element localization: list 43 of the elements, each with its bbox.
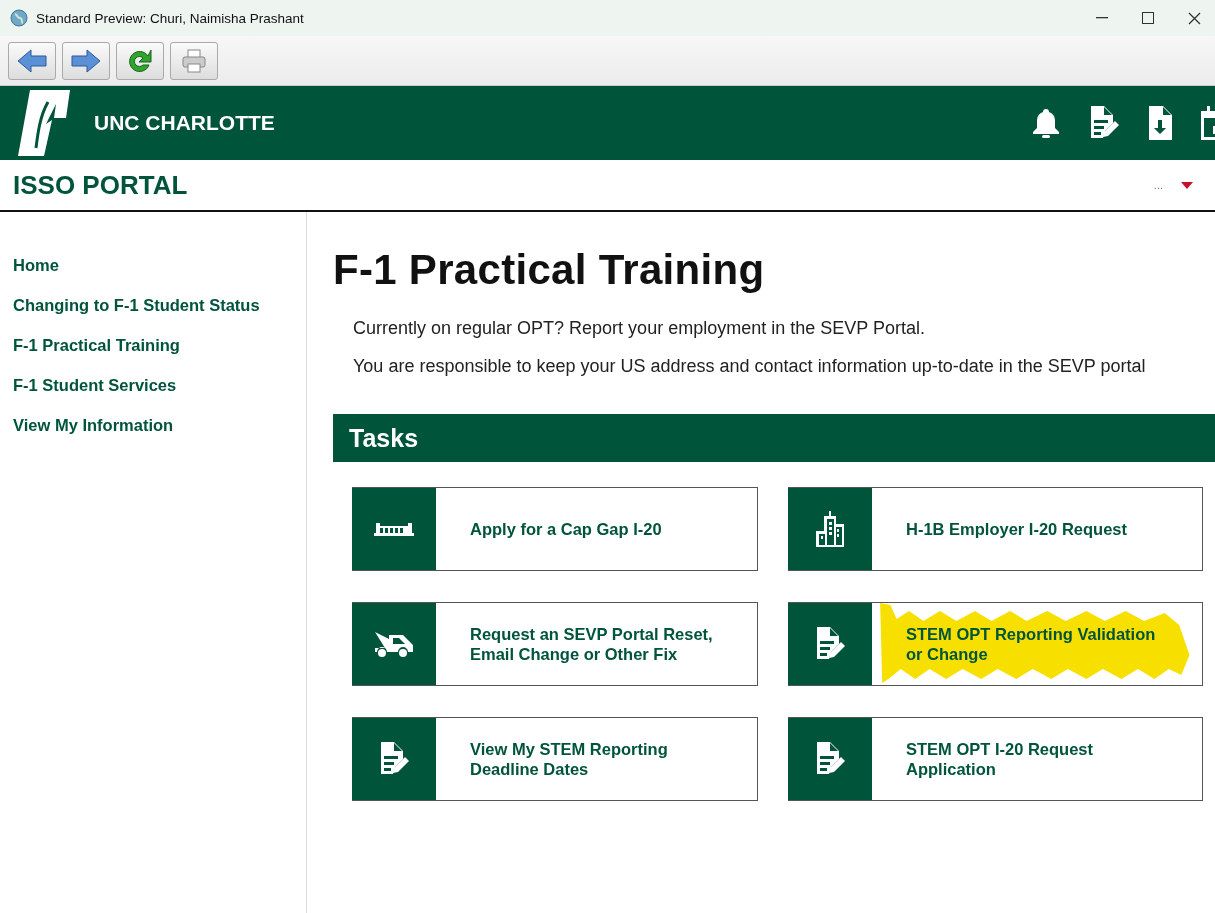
task-label: STEM OPT Reporting Validation or Change	[906, 624, 1157, 664]
sidebar-link[interactable]: F-1 Practical Training	[0, 334, 306, 374]
info-paragraph: You are responsible to keep your US address and contact information up-to-date in the SEVP portal	[353, 355, 1147, 378]
task-label: STEM OPT I-20 Request Application	[906, 739, 1095, 779]
forward-button[interactable]	[62, 41, 110, 80]
printer-icon	[180, 46, 208, 75]
minimize-icon[interactable]	[1096, 17, 1108, 19]
sidebar-link[interactable]: Home	[0, 254, 306, 294]
caret-icon[interactable]	[1181, 181, 1193, 189]
task-card[interactable]: H-1B Employer I-20 Request	[788, 487, 1203, 571]
maximize-icon[interactable]	[1142, 12, 1154, 24]
tasks-heading: Tasks	[333, 414, 1215, 462]
arrow-right-icon	[70, 47, 102, 74]
info-paragraph: Currently on regular OPT? Report your employment in the SEVP Portal.	[353, 317, 926, 340]
document-edit-icon	[815, 627, 845, 661]
task-label: H-1B Employer I-20 Request	[906, 519, 1127, 539]
page-title: F-1 Practical Training	[333, 246, 766, 294]
task-label: View My STEM Reporting Deadline Dates	[470, 739, 669, 779]
task-label: Apply for a Cap Gap I-20	[470, 519, 662, 539]
task-card[interactable]: Request an SEVP Portal Reset, Email Change or Other Fix	[352, 602, 758, 686]
brand-name: UNC CHARLOTTE	[94, 111, 275, 135]
document-download-icon[interactable]	[1147, 106, 1173, 140]
task-label: Request an SEVP Portal Reset, Email Change or Other Fix	[470, 624, 714, 664]
bell-icon[interactable]	[1031, 107, 1061, 139]
sidebar-link[interactable]: F-1 Student Services	[0, 374, 306, 414]
document-edit-icon	[379, 742, 409, 776]
document-edit-icon	[815, 742, 845, 776]
sidebar-link[interactable]: View My Information	[0, 414, 306, 454]
task-card[interactable]: View My STEM Reporting Deadline Dates	[352, 717, 758, 801]
globe-icon	[10, 9, 28, 27]
task-card[interactable]: Apply for a Cap Gap I-20	[352, 487, 758, 571]
arrow-left-icon	[16, 47, 48, 74]
close-icon[interactable]	[1188, 11, 1201, 25]
tow-truck-icon	[373, 629, 415, 659]
task-card[interactable]: STEM OPT Reporting Validation or Change	[788, 602, 1203, 686]
sidebar-link[interactable]: Changing to F-1 Student Status	[0, 294, 306, 334]
user-name[interactable]: ...	[1153, 179, 1163, 191]
task-card[interactable]: STEM OPT I-20 Request Application	[788, 717, 1203, 801]
window-title: Standard Preview: Churi, Naimisha Prashant	[36, 10, 304, 26]
portal-title: ISSO PORTAL	[13, 169, 188, 201]
back-button[interactable]	[8, 41, 56, 80]
refresh-button[interactable]	[116, 41, 164, 80]
document-edit-icon[interactable]	[1089, 106, 1119, 140]
